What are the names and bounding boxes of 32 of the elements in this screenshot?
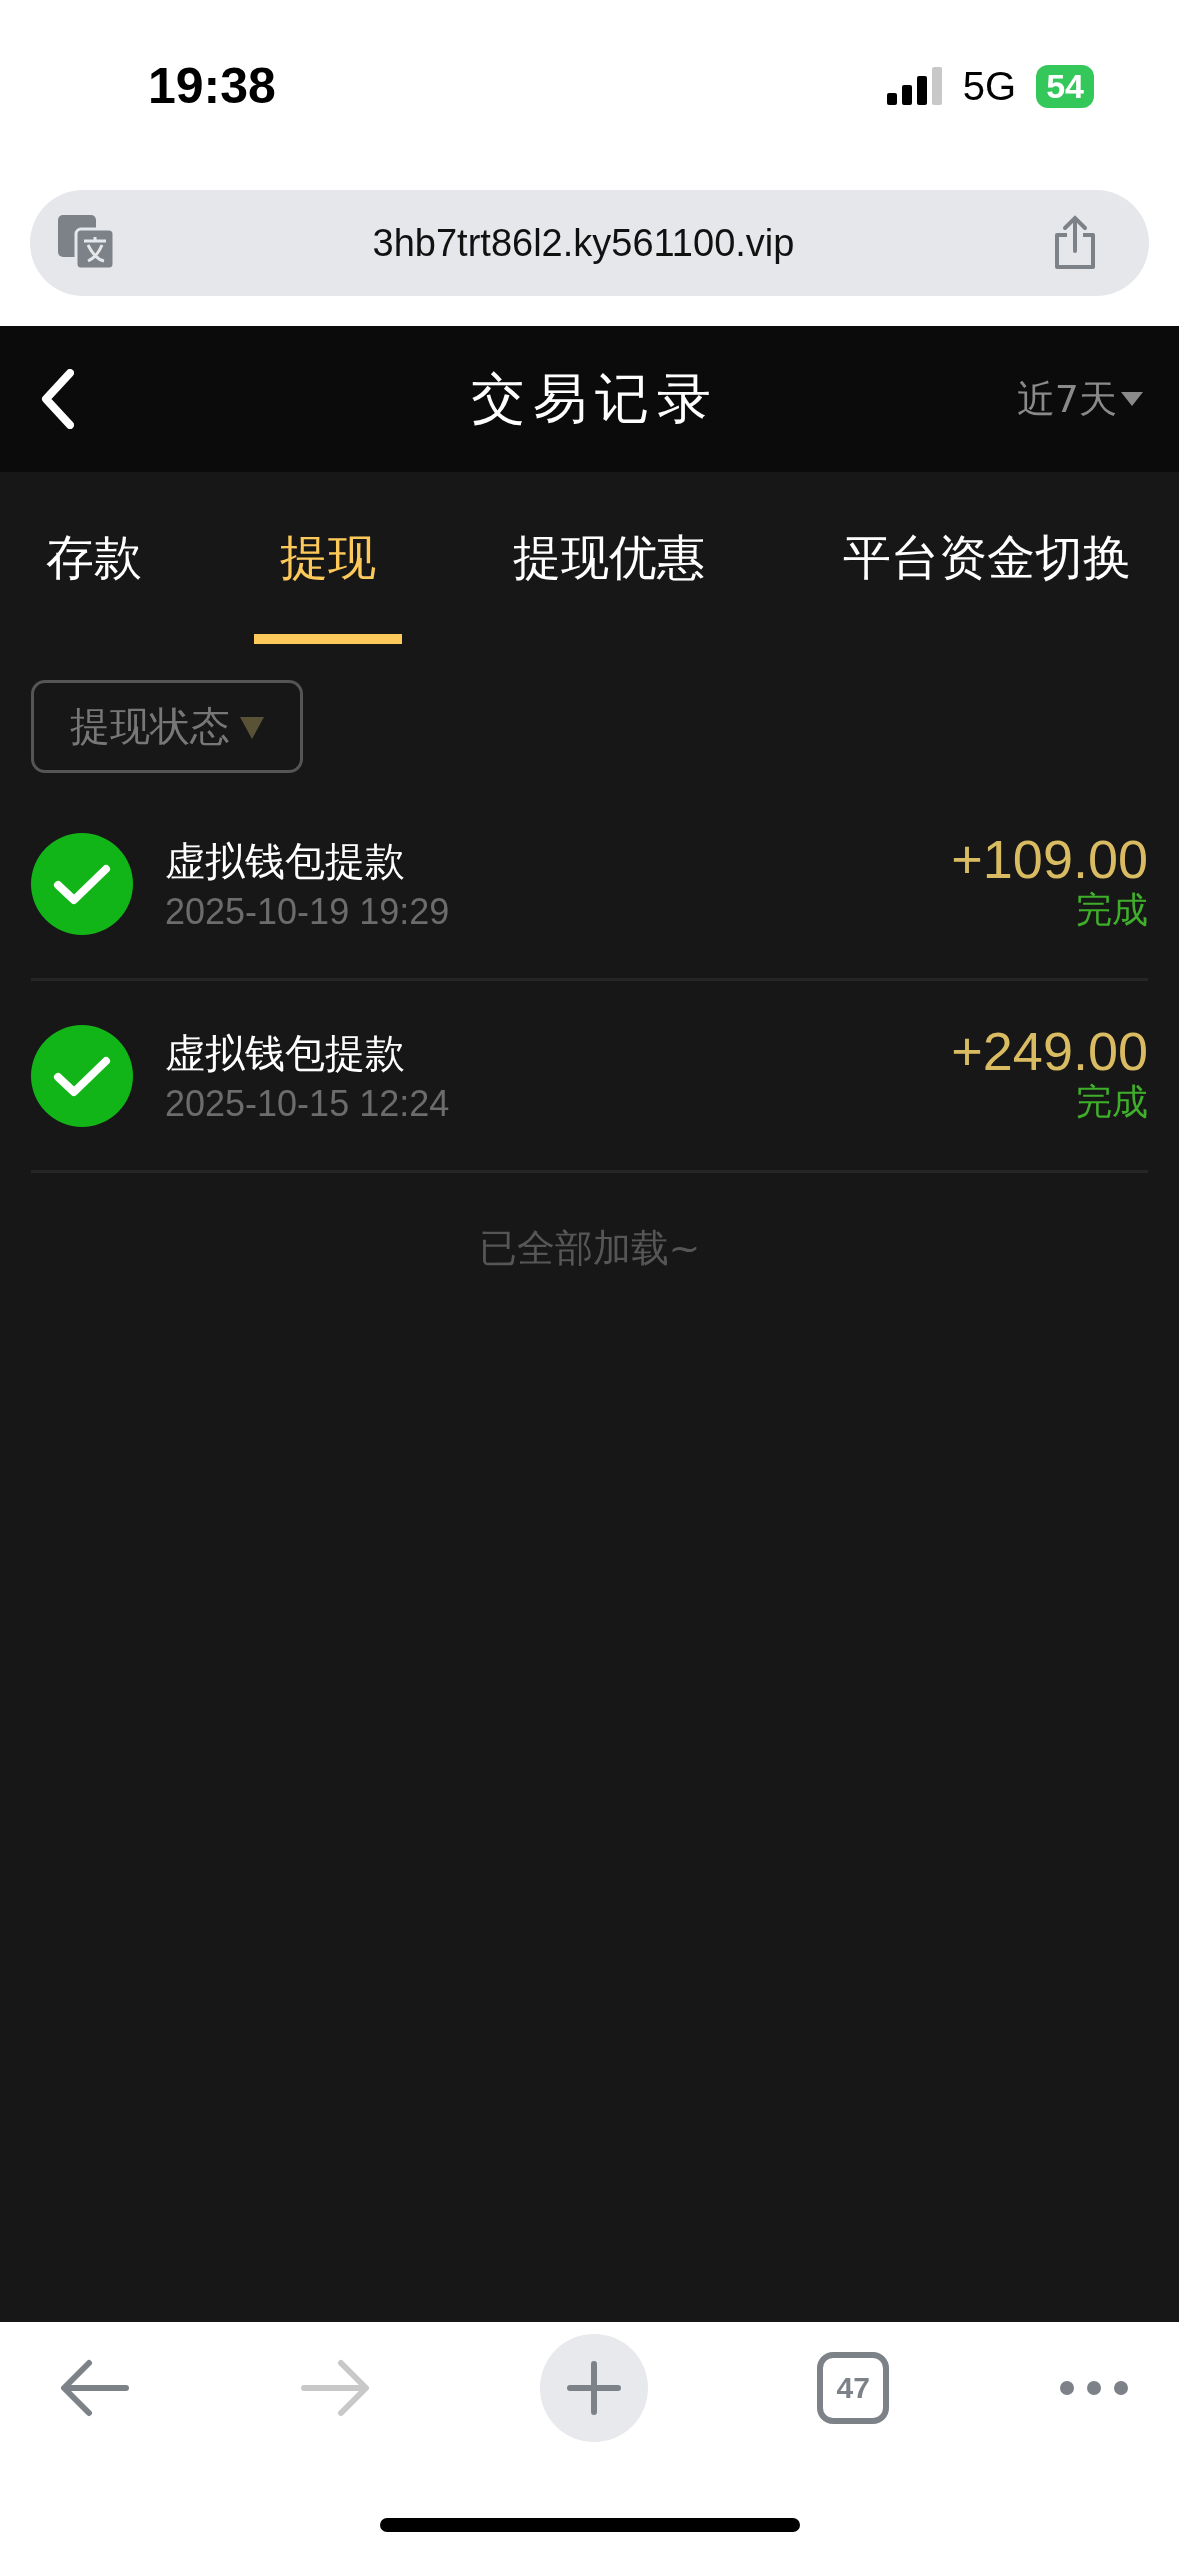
more-icon[interactable] [1059,2380,1129,2396]
tab[interactable]: 提现优惠 [487,472,732,644]
battery-indicator: 54 [1036,64,1094,108]
page-title: 交易记录 [470,365,719,432]
transaction-time: 2025-10-19 19:29 [165,891,451,933]
tab-count-button[interactable]: 47 [817,2352,890,2424]
back-icon[interactable] [40,369,74,429]
transaction-amount: +109.00 [951,832,1148,886]
transaction-title: 虚拟钱包提款 [165,837,406,886]
transaction-title: 虚拟钱包提款 [165,1029,406,1078]
transaction-row[interactable]: 虚拟钱包提款 2025-10-15 12:24 +249.00 完成 [31,981,1148,1173]
url-text: 3hb7trt86l2.ky561100.vip [372,221,795,265]
translate-icon[interactable] [58,215,116,271]
transaction-amount: +249.00 [951,1024,1148,1078]
tab[interactable]: 存款 [20,472,168,644]
caret-icon [1121,392,1143,406]
address-bar[interactable]: 3hb7trt86l2.ky561100.vip [30,190,1149,296]
transaction-status: 完成 [1076,888,1148,932]
network-label: 5G [962,63,1017,109]
end-of-list-note: 已全部加载~ [477,1225,702,1272]
status-filter-dropdown[interactable]: 提现状态 [31,680,303,773]
transaction-status: 完成 [1076,1080,1148,1124]
date-range-dropdown[interactable]: 近7天 [1010,372,1149,426]
caret-icon [240,714,264,739]
status-time: 19:38 [148,57,276,115]
transaction-time: 2025-10-15 12:24 [165,1083,451,1125]
tab[interactable]: 提现 [253,472,402,644]
tab[interactable]: 平台资金切换 [816,472,1157,644]
back-arrow-icon[interactable] [60,2359,130,2417]
transaction-row[interactable]: 虚拟钱包提款 2025-10-19 19:29 +109.00 完成 [31,789,1148,981]
signal-icon [886,67,943,105]
plus-icon [565,2360,622,2416]
